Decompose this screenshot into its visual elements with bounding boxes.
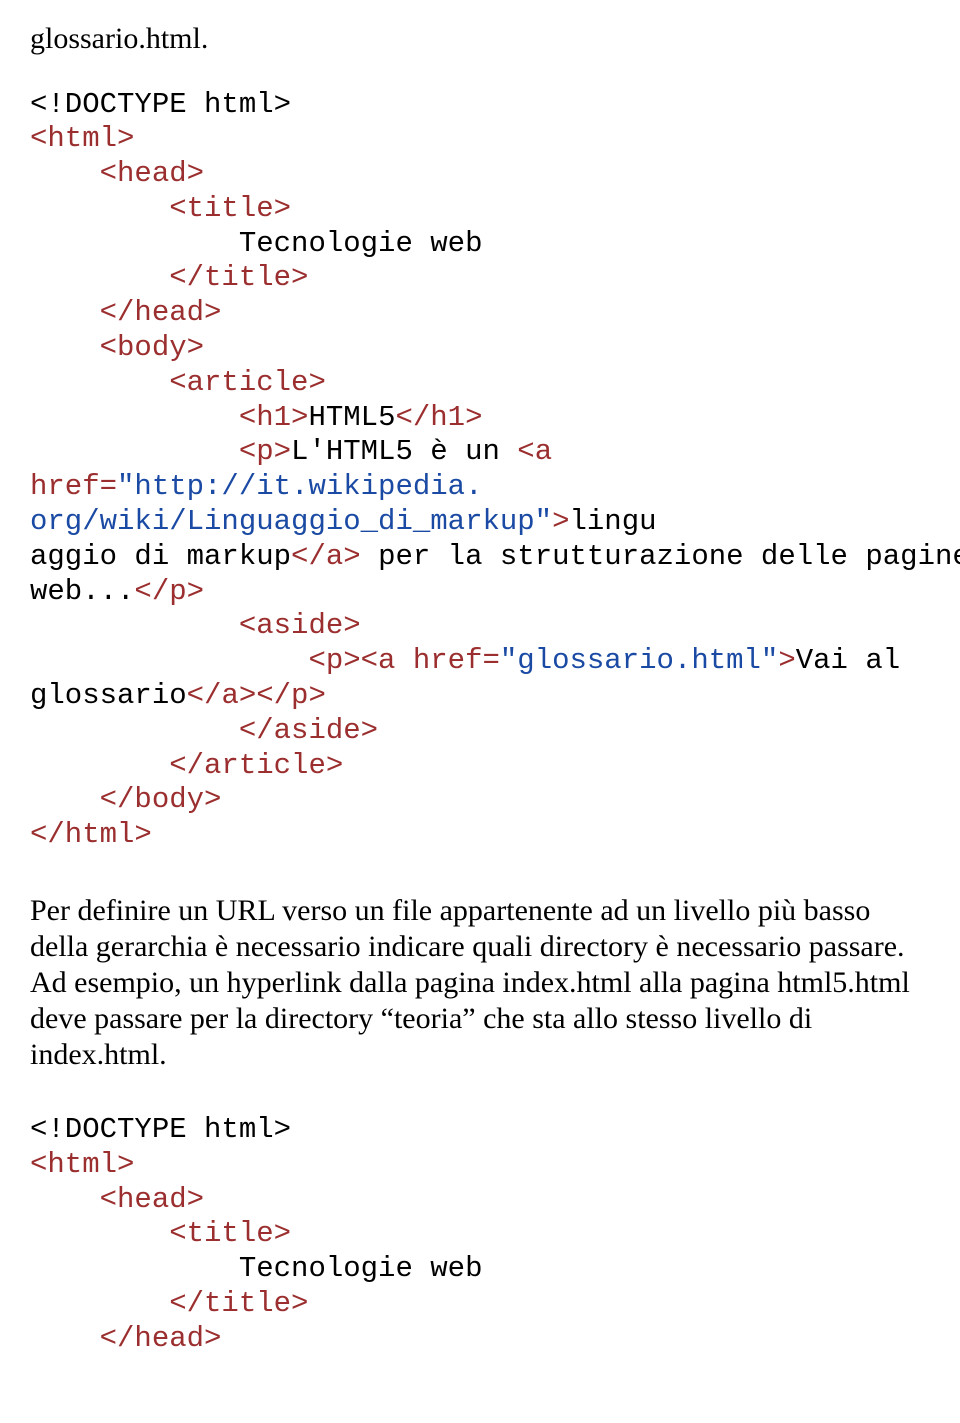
code-tag: </a></p> — [187, 679, 326, 712]
code-tag: <head> — [30, 157, 204, 190]
code-tag: > — [778, 644, 795, 677]
intro-text: glossario.html. — [30, 20, 930, 58]
code-tag: <p> — [30, 435, 291, 468]
code-tag: </aside> — [30, 714, 378, 747]
code-block-2: <!DOCTYPE html> <html> <head> <title> Te… — [30, 1113, 930, 1357]
code-tag: </article> — [30, 749, 343, 782]
code-block-1: <!DOCTYPE html> <html> <head> <title> Te… — [30, 88, 930, 854]
code-tag: <article> — [30, 366, 326, 399]
code-tag: </html> — [30, 818, 152, 851]
code-tag: <head> — [30, 1183, 204, 1216]
code-text: web... — [30, 575, 134, 608]
code-tag: <a — [517, 435, 569, 468]
code-tag: > — [552, 505, 569, 538]
code-tag: </head> — [30, 296, 221, 329]
code-text: Tecnologie web — [30, 1252, 482, 1285]
code-tag: <title> — [30, 1217, 291, 1250]
code-string: org/wiki/Linguaggio_di_markup" — [30, 505, 552, 538]
code-text: glossario — [30, 679, 187, 712]
code-tag: </title> — [30, 1287, 308, 1320]
code-text: L'HTML5 è un — [291, 435, 517, 468]
code-tag: </head> — [30, 1322, 221, 1355]
code-string: "http://it.wikipedia. — [117, 470, 482, 503]
code-line: <!DOCTYPE html> — [30, 88, 291, 121]
code-text: per la strutturazione delle pagine — [361, 540, 960, 573]
code-string: "glossario.html" — [500, 644, 778, 677]
code-text: HTML5 — [308, 401, 395, 434]
body-paragraph: Per definire un URL verso un file appart… — [30, 893, 930, 1073]
code-tag: <p><a href= — [30, 644, 500, 677]
code-tag: </a> — [291, 540, 361, 573]
code-tag: <aside> — [30, 609, 361, 642]
code-tag: <html> — [30, 1148, 134, 1181]
code-tag: <body> — [30, 331, 204, 364]
code-line: <!DOCTYPE html> — [30, 1113, 291, 1146]
code-attr: href= — [30, 470, 117, 503]
code-text: lingu — [570, 505, 657, 538]
code-tag: <h1> — [30, 401, 308, 434]
code-text: aggio di markup — [30, 540, 291, 573]
code-tag: </h1> — [395, 401, 482, 434]
code-tag: </title> — [30, 261, 308, 294]
code-tag: </body> — [30, 783, 221, 816]
code-text: Tecnologie web — [30, 227, 482, 260]
code-tag: <html> — [30, 122, 134, 155]
code-tag: <title> — [30, 192, 291, 225]
code-text: Vai al — [796, 644, 900, 677]
code-tag: </p> — [134, 575, 204, 608]
